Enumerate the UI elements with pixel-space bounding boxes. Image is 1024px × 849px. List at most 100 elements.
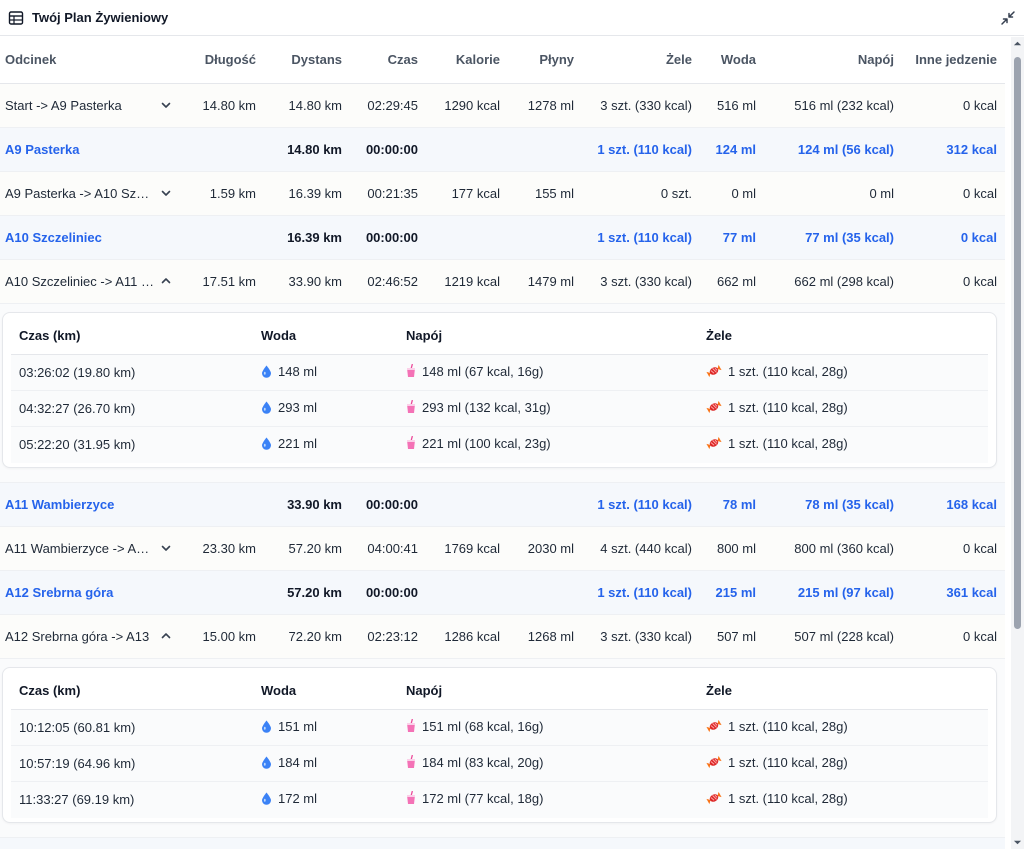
segment-row[interactable]: A10 Szczeliniec -> A11 Wambierzyce 17.51 …	[0, 259, 1005, 304]
water-drop-icon	[261, 401, 272, 417]
chevron-down-icon[interactable]	[160, 187, 172, 199]
feeding-cell-water: 172 ml	[253, 781, 398, 818]
cell-calories: 1769 kcal	[426, 526, 508, 571]
column-header-segment: Odcinek	[0, 37, 180, 84]
candy-icon	[706, 791, 722, 808]
water-drop-icon	[261, 756, 272, 772]
segment-name: A9 Pasterka -> A10 Szczeliniec	[5, 185, 154, 201]
feeding-value: 221 ml	[278, 436, 318, 452]
vertical-scrollbar[interactable]	[1011, 37, 1024, 849]
feeding-value: 10:12:05 (60.81 km)	[19, 720, 136, 735]
feeding-header-row: Czas (km) Woda Napój Żele	[11, 316, 988, 355]
segment-label[interactable]: A12 Srebrna góra -> A13	[5, 629, 172, 644]
feeding-value: 04:32:27 (26.70 km)	[19, 401, 136, 416]
feeding-schedule-card: Czas (km) Woda Napój Żele 10:12:05 (60.81 km…	[2, 666, 997, 823]
cell-time: 02:29:45	[350, 83, 426, 128]
cell-water: 78 ml	[700, 482, 764, 527]
cell-time: 02:46:52	[350, 259, 426, 304]
segment-detail-cell: Czas (km) Woda Napój Żele 03:26:02 (19.80 km…	[0, 303, 1005, 483]
cell-other-food: 361 kcal	[902, 570, 1005, 615]
segment-row[interactable]: Start -> A9 Pasterka 14.80 km 14.80 km 02:2…	[0, 83, 1005, 128]
feeding-cell-time-km: 03:26:02 (19.80 km)	[11, 354, 253, 391]
cell-gels: 1 szt. (110 kcal)	[582, 482, 700, 527]
cell-segment: A13	[0, 837, 180, 849]
cell-fluids: 1268 ml	[508, 614, 582, 659]
cell-distance: 72.20 km	[264, 837, 350, 849]
feeding-header-row: Czas (km) Woda Napój Żele	[11, 671, 988, 710]
cell-fluids	[508, 215, 582, 260]
cell-drink: 215 ml (97 kcal)	[764, 570, 902, 615]
feeding-row: 04:32:27 (26.70 km) 293 ml 293 ml (132 kca…	[11, 390, 988, 427]
feeding-value: 151 ml (68 kcal, 16g)	[422, 718, 544, 734]
plan-table-container[interactable]: Odcinek Długość Dystans Czas Kalorie Płyny Żel…	[0, 37, 1011, 849]
cell-length	[180, 215, 264, 260]
feeding-header-time-km: Czas (km)	[11, 316, 253, 355]
cell-time: 00:00:00	[350, 837, 426, 849]
feeding-value: 221 ml (100 kcal, 23g)	[422, 436, 551, 452]
feeding-row: 10:12:05 (60.81 km) 151 ml 151 ml (68 kcal…	[11, 709, 988, 746]
cell-other-food: 0 kcal	[902, 259, 1005, 304]
cell-gels: 3 szt. (330 kcal)	[582, 83, 700, 128]
cell-length: 23.30 km	[180, 526, 264, 571]
feeding-value: 1 szt. (110 kcal, 28g)	[728, 754, 848, 770]
scrollbar-thumb[interactable]	[1014, 57, 1021, 629]
cell-length: 1.59 km	[180, 171, 264, 216]
cell-water: 77 ml	[700, 215, 764, 260]
segment-label[interactable]: Start -> A9 Pasterka	[5, 98, 172, 113]
cell-other-food: 312 kcal	[902, 127, 1005, 172]
feeding-cell-gels: 1 szt. (110 kcal, 28g)	[698, 745, 988, 782]
segment-row[interactable]: A11 Wambierzyce -> A12 Srebrna góra 23.30…	[0, 526, 1005, 571]
feeding-value: 184 ml (83 kcal, 20g)	[422, 754, 544, 770]
cell-distance: 57.20 km	[264, 570, 350, 615]
cell-calories: 1290 kcal	[426, 83, 508, 128]
column-header-drink: Napój	[764, 37, 902, 84]
feeding-value: 184 ml	[278, 755, 318, 771]
feeding-cell-drink: 293 ml (132 kcal, 31g)	[398, 390, 698, 427]
segment-detail-row: Czas (km) Woda Napój Żele 03:26:02 (19.80 km…	[0, 303, 1005, 483]
cell-segment: A11 Wambierzyce -> A12 Srebrna góra	[0, 526, 180, 571]
feeding-value: 148 ml (67 kcal, 16g)	[422, 363, 544, 379]
scroll-up-icon[interactable]	[1013, 39, 1022, 48]
cell-drink: 0 ml	[764, 171, 902, 216]
segment-label[interactable]: A11 Wambierzyce -> A12 Srebrna góra	[5, 541, 172, 556]
scroll-down-icon[interactable]	[1013, 838, 1022, 847]
feeding-cell-time-km: 10:12:05 (60.81 km)	[11, 709, 253, 746]
feeding-cell-water: 148 ml	[253, 354, 398, 391]
feeding-cell-gels: 1 szt. (110 kcal, 28g)	[698, 354, 988, 391]
cell-fluids: 1479 ml	[508, 259, 582, 304]
aid-station-row: A1372.20 km00:00:001 szt. (110 kcal)127 …	[0, 837, 1005, 849]
segment-label[interactable]: A9 Pasterka -> A10 Szczeliniec	[5, 186, 172, 201]
cell-calories	[426, 570, 508, 615]
cell-time: 00:00:00	[350, 482, 426, 527]
drink-cup-icon	[406, 436, 416, 453]
cell-segment: A10 Szczeliniec -> A11 Wambierzyce	[0, 259, 180, 304]
drink-cup-icon	[406, 718, 416, 736]
water-drop-icon	[261, 437, 272, 453]
feeding-value: 1 szt. (110 kcal, 28g)	[728, 718, 848, 734]
cell-gels: 3 szt. (330 kcal)	[582, 614, 700, 659]
feeding-value: 03:26:02 (19.80 km)	[19, 365, 136, 380]
drink-cup-icon	[406, 363, 416, 381]
column-header-water: Woda	[700, 37, 764, 84]
segment-row[interactable]: A9 Pasterka -> A10 Szczeliniec 1.59 km16.…	[0, 171, 1005, 216]
water-drop-icon	[261, 792, 272, 808]
feeding-cell-drink: 148 ml (67 kcal, 16g)	[398, 354, 698, 391]
segment-row[interactable]: A12 Srebrna góra -> A13 15.00 km 72.20 km 0…	[0, 614, 1005, 659]
feeding-value: 10:57:19 (64.96 km)	[19, 756, 136, 771]
chevron-down-icon[interactable]	[160, 99, 172, 111]
feeding-value: 1 szt. (110 kcal, 28g)	[728, 436, 848, 452]
cell-drink: 507 ml (228 kcal)	[764, 614, 902, 659]
feeding-cell-water: 151 ml	[253, 709, 398, 746]
feeding-header-drink: Napój	[398, 671, 698, 710]
chevron-up-icon[interactable]	[160, 630, 172, 642]
segment-label[interactable]: A10 Szczeliniec -> A11 Wambierzyce	[5, 274, 172, 289]
collapse-icon[interactable]	[1000, 10, 1016, 26]
cell-distance: 72.20 km	[264, 614, 350, 659]
segment-name: A11 Wambierzyce -> A12 Srebrna góra	[5, 540, 154, 556]
chevron-down-icon[interactable]	[160, 542, 172, 554]
cell-distance: 14.80 km	[264, 83, 350, 128]
cell-time: 02:23:12	[350, 614, 426, 659]
chevron-up-icon[interactable]	[160, 275, 172, 287]
cell-gels: 4 szt. (440 kcal)	[582, 526, 700, 571]
feeding-cell-water: 184 ml	[253, 745, 398, 782]
